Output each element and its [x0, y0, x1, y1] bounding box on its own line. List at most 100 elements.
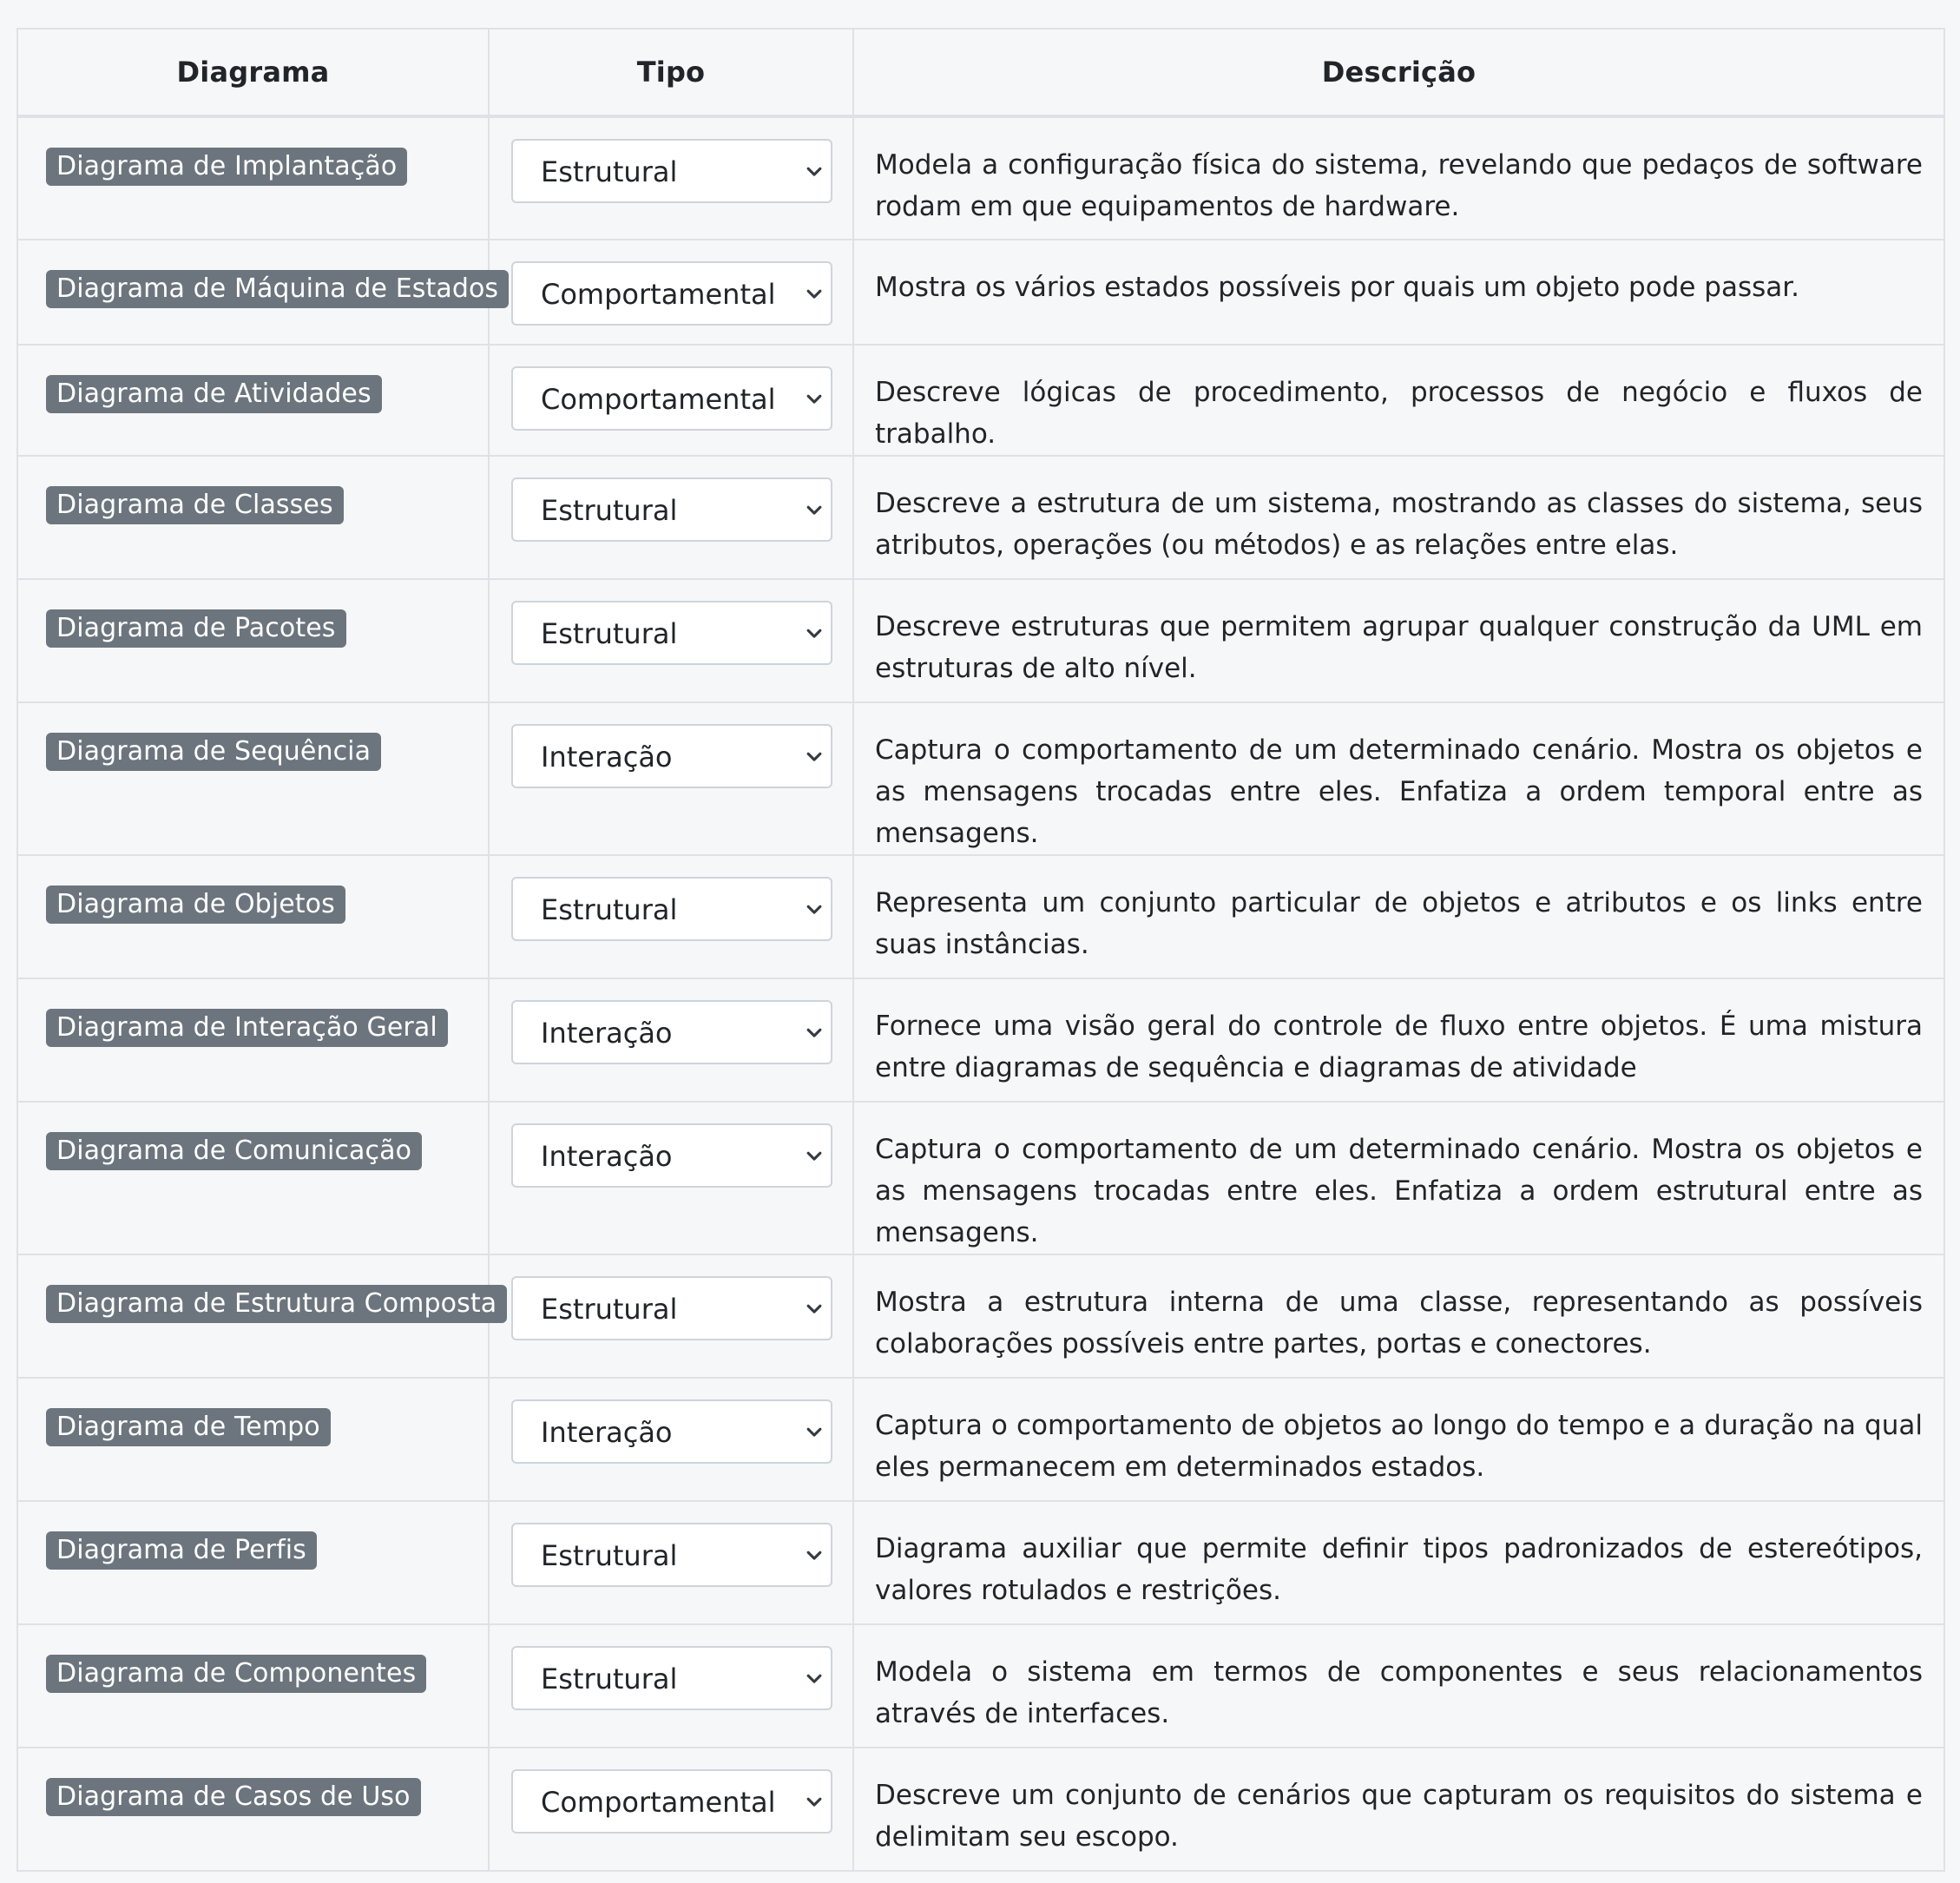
- diagram-cell: Diagrama de Atividades: [16, 344, 490, 457]
- diagram-cell: Diagrama de Tempo: [16, 1377, 490, 1502]
- type-select-value: Estrutural: [541, 1539, 678, 1572]
- type-select-value: Estrutural: [541, 155, 678, 188]
- chevron-down-icon: [806, 167, 822, 176]
- type-select-value: Estrutural: [541, 1293, 678, 1326]
- diagram-name-badge: Diagrama de Comunicação: [46, 1132, 423, 1170]
- type-select[interactable]: Estrutural: [511, 1276, 832, 1340]
- description-cell: Descreve lógicas de procedimento, proces…: [852, 344, 1945, 457]
- diagram-cell: Diagrama de Objetos: [16, 854, 490, 979]
- description-cell: Modela a configuração física do sistema,…: [852, 115, 1945, 240]
- type-cell: Interação: [488, 1377, 854, 1502]
- chevron-down-icon: [806, 1674, 822, 1683]
- table-row: Diagrama de Estrutura Composta Estrutura…: [16, 1254, 1945, 1379]
- description-cell: Captura o comportamento de um determinad…: [852, 1101, 1945, 1255]
- type-select[interactable]: Estrutural: [511, 477, 832, 542]
- type-select-value: Estrutural: [541, 893, 678, 926]
- type-select-value: Comportamental: [541, 278, 776, 311]
- type-select[interactable]: Estrutural: [511, 601, 832, 665]
- description-text: Descreve lógicas de procedimento, proces…: [875, 377, 1923, 450]
- chevron-down-icon: [806, 905, 822, 914]
- type-select-value: Interação: [541, 741, 673, 774]
- diagram-table-container: Diagrama Tipo Descrição Diagrama de Impl…: [16, 28, 1945, 1872]
- diagram-name-badge: Diagrama de Atividades: [46, 375, 382, 413]
- diagram-cell: Diagrama de Classes: [16, 455, 490, 580]
- type-select[interactable]: Interação: [511, 1399, 832, 1464]
- description-text: Modela a configuração física do sistema,…: [875, 149, 1923, 222]
- description-cell: Descreve um conjunto de cenários que cap…: [852, 1747, 1945, 1872]
- type-cell: Estrutural: [488, 1500, 854, 1625]
- diagram-name-badge: Diagrama de Implantação: [46, 148, 408, 186]
- diagram-cell: Diagrama de Máquina de Estados: [16, 239, 510, 346]
- diagram-cell: Diagrama de Componentes: [16, 1623, 490, 1748]
- type-select[interactable]: Comportamental: [511, 366, 832, 431]
- diagram-cell: Diagrama de Estrutura Composta: [16, 1254, 508, 1379]
- diagram-name-badge: Diagrama de Pacotes: [46, 609, 346, 648]
- diagram-name-badge: Diagrama de Sequência: [46, 733, 382, 771]
- chevron-down-icon: [806, 1028, 822, 1037]
- description-text: Descreve a estrutura de um sistema, most…: [875, 488, 1923, 561]
- header-diagrama: Diagrama: [16, 28, 490, 118]
- description-cell: Representa um conjunto particular de obj…: [852, 854, 1945, 979]
- chevron-down-icon: [806, 394, 822, 404]
- type-select[interactable]: Comportamental: [511, 261, 832, 326]
- diagram-name-badge: Diagrama de Objetos: [46, 886, 345, 924]
- description-text: Modela o sistema em termos de componente…: [875, 1656, 1923, 1729]
- type-select[interactable]: Estrutural: [511, 139, 832, 203]
- type-cell: Estrutural: [488, 115, 854, 240]
- diagram-cell: Diagrama de Perfis: [16, 1500, 490, 1625]
- type-select[interactable]: Comportamental: [511, 1769, 832, 1834]
- type-select[interactable]: Estrutural: [511, 1646, 832, 1710]
- table-row: Diagrama de Perfis Estrutural Diagrama a…: [16, 1500, 1945, 1625]
- diagram-cell: Diagrama de Interação Geral: [16, 978, 490, 1103]
- type-select[interactable]: Interação: [511, 1000, 832, 1064]
- diagram-name-badge: Diagrama de Interação Geral: [46, 1009, 448, 1047]
- table-row: Diagrama de Sequência Interação Captura …: [16, 701, 1945, 856]
- table-header: Diagrama Tipo Descrição: [16, 28, 1945, 118]
- description-cell: Diagrama auxiliar que permite definir ti…: [852, 1500, 1945, 1625]
- chevron-down-icon: [806, 1797, 822, 1807]
- chevron-down-icon: [806, 629, 822, 638]
- type-cell: Estrutural: [488, 578, 854, 703]
- table-row: Diagrama de Máquina de Estados Comportam…: [16, 239, 1945, 346]
- description-cell: Modela o sistema em termos de componente…: [852, 1623, 1945, 1748]
- diagram-cell: Diagrama de Implantação: [16, 115, 490, 240]
- table-row: Diagrama de Casos de Uso Comportamental …: [16, 1747, 1945, 1872]
- table-row: Diagrama de Classes Estrutural Descreve …: [16, 455, 1945, 580]
- type-cell: Interação: [488, 701, 854, 856]
- type-select-value: Estrutural: [541, 1662, 678, 1695]
- type-select-value: Interação: [541, 1140, 673, 1173]
- chevron-down-icon: [806, 752, 822, 761]
- chevron-down-icon: [806, 505, 822, 515]
- type-cell: Comportamental: [488, 344, 854, 457]
- diagram-name-badge: Diagrama de Classes: [46, 486, 344, 524]
- header-row: Diagrama Tipo Descrição: [16, 28, 1945, 118]
- description-text: Captura o comportamento de um determinad…: [875, 734, 1923, 849]
- diagram-name-badge: Diagrama de Estrutura Composta: [46, 1285, 508, 1323]
- table-row: Diagrama de Comunicação Interação Captur…: [16, 1101, 1945, 1255]
- table-row: Diagrama de Objetos Estrutural Represent…: [16, 854, 1945, 979]
- description-text: Fornece uma visão geral do controle de f…: [875, 1011, 1923, 1083]
- diagram-name-badge: Diagrama de Casos de Uso: [46, 1778, 421, 1816]
- type-select-value: Comportamental: [541, 383, 776, 416]
- type-select[interactable]: Estrutural: [511, 877, 832, 941]
- type-select-value: Estrutural: [541, 617, 678, 650]
- type-cell: Comportamental: [488, 1747, 854, 1872]
- type-select[interactable]: Interação: [511, 724, 832, 788]
- chevron-down-icon: [806, 289, 822, 299]
- type-select-value: Interação: [541, 1017, 673, 1050]
- header-tipo: Tipo: [488, 28, 854, 118]
- type-select[interactable]: Interação: [511, 1123, 832, 1188]
- chevron-down-icon: [806, 1151, 822, 1161]
- type-select-value: Comportamental: [541, 1786, 776, 1819]
- type-cell: Interação: [488, 1101, 854, 1255]
- type-select[interactable]: Estrutural: [511, 1523, 832, 1587]
- table-row: Diagrama de Atividades Comportamental De…: [16, 344, 1945, 457]
- type-cell: Estrutural: [488, 1623, 854, 1748]
- diagram-name-badge: Diagrama de Máquina de Estados: [46, 270, 510, 308]
- type-cell: Comportamental: [488, 239, 854, 346]
- description-cell: Descreve estruturas que permitem agrupar…: [852, 578, 1945, 703]
- diagram-cell: Diagrama de Casos de Uso: [16, 1747, 490, 1872]
- description-text: Mostra a estrutura interna de uma classe…: [875, 1287, 1923, 1360]
- type-cell: Interação: [488, 978, 854, 1103]
- diagram-name-badge: Diagrama de Componentes: [46, 1655, 427, 1693]
